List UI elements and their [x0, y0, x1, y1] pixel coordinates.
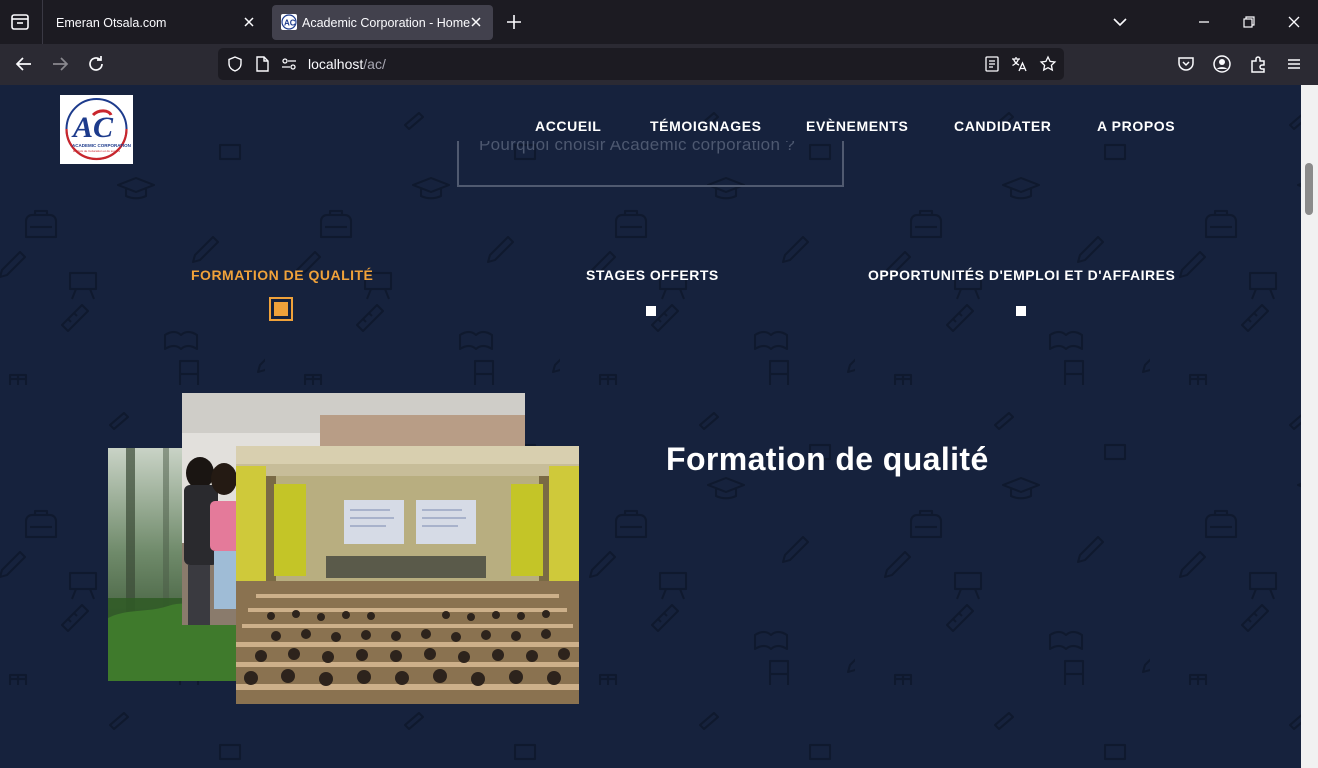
- site-favicon-icon: AC: [281, 14, 297, 30]
- why-choose-label: Pourquoi choisir Academic corporation ?: [479, 141, 795, 154]
- address-bar[interactable]: localhost/ac/: [218, 48, 1064, 80]
- account-icon[interactable]: [1211, 53, 1233, 75]
- site-logo[interactable]: AC ACADEMIC CORPORATION le choix de l'ed…: [60, 95, 133, 164]
- menu-a-propos[interactable]: A PROPOS: [1097, 118, 1175, 134]
- reload-icon[interactable]: [85, 53, 107, 75]
- tab-overflow-chevron-icon[interactable]: [1110, 12, 1130, 32]
- url-path: /ac/: [363, 56, 386, 72]
- tab-indicator-active[interactable]: [269, 297, 293, 321]
- lecture-hall-photo: [236, 446, 579, 704]
- tab-title: Emeran Otsala.com: [56, 16, 167, 30]
- tab-indicator[interactable]: [646, 306, 656, 316]
- browser-toolbar: localhost/ac/: [0, 44, 1318, 85]
- logo-letters: AC: [71, 111, 114, 144]
- web-page: Pourquoi choisir Academic corporation ? …: [0, 85, 1301, 768]
- browser-tab-emeran[interactable]: Emeran Otsala.com: [44, 5, 266, 40]
- svg-text:AC: AC: [284, 19, 296, 28]
- browser-tab-bar: Emeran Otsala.com AC Academic Corporatio…: [0, 0, 1318, 44]
- tab-opportunites-emploi[interactable]: OPPORTUNITÉS D'EMPLOI ET D'AFFAIRES: [868, 267, 1175, 283]
- browser-tab-academic[interactable]: AC Academic Corporation - Home: [272, 5, 493, 40]
- menu-temoignages[interactable]: TÉMOIGNAGES: [650, 118, 762, 134]
- menu-hamburger-icon[interactable]: [1283, 53, 1305, 75]
- logo-tagline: le choix de l'education et du succes: [73, 149, 121, 153]
- section-title: Formation de qualité: [666, 441, 989, 477]
- forward-icon[interactable]: [49, 53, 71, 75]
- close-tab-icon[interactable]: [240, 13, 258, 31]
- url-host: localhost: [308, 56, 364, 72]
- close-tab-icon[interactable]: [467, 13, 485, 31]
- tab-stages-offerts[interactable]: STAGES OFFERTS: [586, 267, 719, 283]
- close-window-icon[interactable]: [1284, 12, 1304, 32]
- menu-accueil[interactable]: ACCUEIL: [535, 118, 601, 134]
- logo-name: ACADEMIC CORPORATION: [72, 143, 131, 148]
- tab-list-icon[interactable]: [8, 10, 32, 34]
- minimize-icon[interactable]: [1194, 12, 1214, 32]
- page-icon[interactable]: [253, 55, 271, 73]
- pocket-icon[interactable]: [1175, 53, 1197, 75]
- restore-icon[interactable]: [1239, 12, 1259, 32]
- extensions-icon[interactable]: [1247, 53, 1269, 75]
- scrollbar-thumb[interactable]: [1305, 163, 1313, 215]
- menu-evenements[interactable]: EVÈNEMENTS: [806, 118, 908, 134]
- reader-view-icon[interactable]: [983, 55, 1001, 73]
- back-icon[interactable]: [13, 53, 35, 75]
- tab-title: Academic Corporation - Home: [302, 16, 471, 30]
- translate-icon[interactable]: [1010, 55, 1028, 73]
- shield-icon[interactable]: [226, 55, 244, 73]
- site-permissions-icon[interactable]: [280, 55, 298, 73]
- menu-candidater[interactable]: CANDIDATER: [954, 118, 1052, 134]
- tab-separator: [42, 0, 43, 44]
- bookmark-star-icon[interactable]: [1039, 55, 1057, 73]
- url-text[interactable]: localhost/ac/: [308, 56, 386, 72]
- tab-indicator[interactable]: [1016, 306, 1026, 316]
- new-tab-icon[interactable]: [504, 12, 524, 32]
- why-choose-button[interactable]: Pourquoi choisir Academic corporation ?: [457, 141, 844, 187]
- tab-formation-de-qualite[interactable]: FORMATION DE QUALITÉ: [191, 267, 373, 283]
- page-scrollbar[interactable]: [1301, 85, 1318, 768]
